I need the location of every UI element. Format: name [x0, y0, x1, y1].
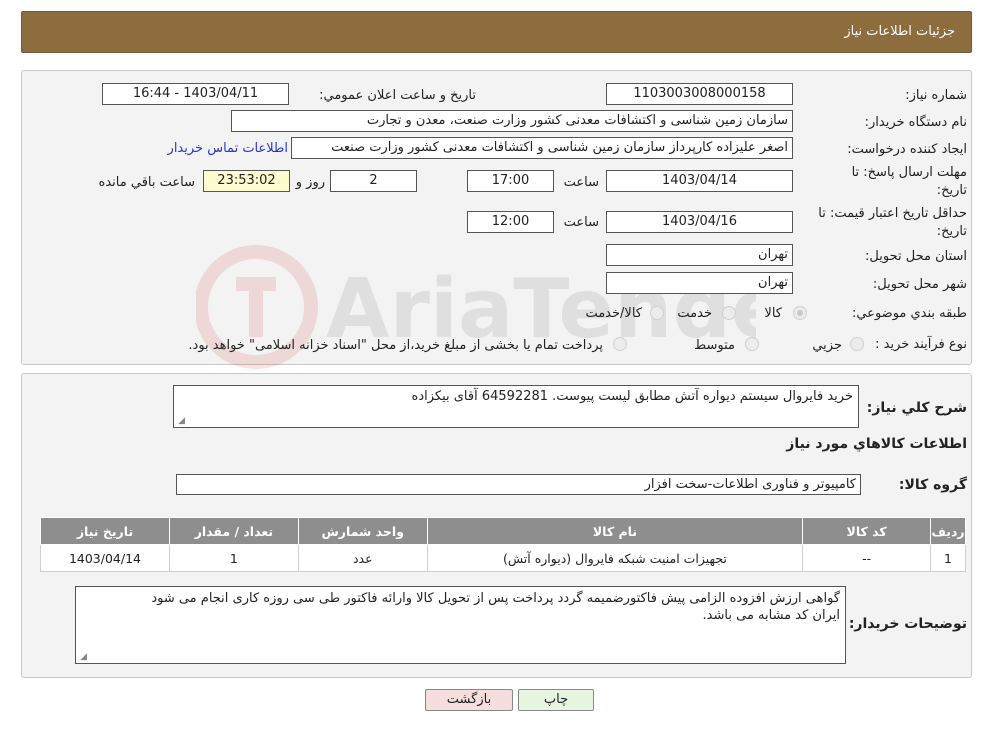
- description-label: شرح کلي نياز:: [866, 400, 967, 416]
- remaining-label: ساعت باقي مانده: [98, 175, 195, 190]
- description-field: خرید فایروال سیستم دیواره آتش مطابق لیست…: [173, 385, 859, 428]
- process-treasury-checkbox[interactable]: [613, 337, 627, 351]
- province-field: تهران: [606, 244, 793, 266]
- process-medium-label: متوسط: [694, 338, 735, 353]
- cell-row: 1: [930, 544, 966, 572]
- buyer-org-label: نام دستگاه خريدار:: [864, 115, 967, 130]
- process-small-label: جزيي: [812, 338, 842, 353]
- announce-datetime-label: تاريخ و ساعت اعلان عمومي:: [319, 88, 476, 103]
- process-label: نوع فرآيند خريد :: [875, 337, 967, 352]
- category-goods-label: کالا: [764, 306, 782, 321]
- buyer-notes-label: توضيحات خريدار:: [848, 616, 967, 632]
- resize-grip-icon[interactable]: ◢: [176, 417, 185, 426]
- col-name-header: نام کالا: [426, 517, 804, 545]
- goods-group-field: کامپیوتر و فناوری اطلاعات-سخت افزار: [176, 474, 861, 495]
- cell-date: 1403/04/14: [40, 544, 170, 572]
- col-unit-header: واحد شمارش: [297, 517, 428, 545]
- remaining-time-field: 23:53:02: [203, 170, 290, 192]
- buyer-org-field: سازمان زمین شناسی و اکتشافات معدنی کشور …: [231, 110, 793, 132]
- price-validity-label: حداقل تاريخ اعتبار قيمت: تا: [818, 206, 967, 221]
- table-row: 1 -- تجهیزات امنیت شبکه فایروال (دیواره …: [40, 544, 966, 572]
- city-label: شهر محل تحويل:: [872, 277, 967, 292]
- category-service-radio[interactable]: [722, 306, 736, 320]
- buyer-notes-line-2: ایران کد مشابه می باشد.: [702, 608, 840, 623]
- page-title-bar: جزئيات اطلاعات نياز: [21, 11, 972, 53]
- price-validity-time-field: 12:00: [467, 211, 554, 233]
- category-goods-service-label: کالا/خدمت: [585, 306, 642, 321]
- days-label: روز و: [295, 175, 325, 190]
- need-number-field: 1103003008000158: [606, 83, 793, 105]
- buyer-notes-line-1: گواهی ارزش افزوده الزامی پیش فاکتورضمیمه…: [151, 591, 840, 606]
- reply-date-field: 1403/04/14: [606, 170, 793, 192]
- page-title: جزئيات اطلاعات نياز: [844, 24, 955, 39]
- goods-group-label: گروه کالا:: [898, 477, 967, 493]
- print-button[interactable]: چاپ: [518, 689, 594, 711]
- price-validity-date-field: 1403/04/16: [606, 211, 793, 233]
- category-service-label: خدمت: [677, 306, 712, 321]
- goods-info-heading: اطلاعات کالاهاي مورد نياز: [786, 436, 967, 452]
- process-note: پرداخت تمام يا بخشی از مبلغ خريد،از محل …: [188, 338, 603, 353]
- back-button[interactable]: بازگشت: [425, 689, 513, 711]
- category-goods-radio[interactable]: [793, 306, 807, 320]
- city-field: تهران: [606, 272, 793, 294]
- creator-label: ايجاد کننده درخواست:: [847, 142, 967, 157]
- cell-name: تجهیزات امنیت شبکه فایروال (دیواره آتش): [426, 544, 804, 572]
- announce-datetime-field: 1403/04/11 - 16:44: [102, 83, 289, 105]
- cell-code: --: [802, 544, 932, 572]
- cell-unit: عدد: [297, 544, 428, 572]
- province-label: استان محل تحويل:: [865, 249, 967, 264]
- creator-field: اصغر علیزاده کارپرداز سازمان زمین شناسی …: [291, 137, 793, 159]
- reply-time-field: 17:00: [467, 170, 554, 192]
- col-qty-header: تعداد / مقدار: [168, 517, 299, 545]
- col-code-header: کد کالا: [802, 517, 932, 545]
- buyer-contact-link[interactable]: اطلاعات تماس خريدار: [168, 141, 288, 156]
- description-text: خرید فایروال سیستم دیواره آتش مطابق لیست…: [411, 389, 853, 404]
- reply-time-label: ساعت: [563, 175, 599, 190]
- resize-grip-icon[interactable]: ◢: [78, 653, 87, 662]
- col-date-header: تاريخ نياز: [40, 517, 170, 545]
- buyer-notes-field: گواهی ارزش افزوده الزامی پیش فاکتورضمیمه…: [75, 586, 846, 664]
- price-validity-time-label: ساعت: [563, 215, 599, 230]
- price-validity-label-2: تاريخ:: [936, 224, 967, 239]
- need-number-label: شماره نياز:: [905, 88, 967, 103]
- reply-deadline-label: مهلت ارسال پاسخ: تا: [851, 165, 967, 180]
- goods-table-header: رديف کد کالا نام کالا واحد شمارش تعداد /…: [40, 517, 966, 545]
- process-medium-radio[interactable]: [745, 337, 759, 351]
- category-goods-service-radio[interactable]: [650, 306, 664, 320]
- reply-deadline-label-2: تاريخ:: [936, 183, 967, 198]
- col-row-header: رديف: [930, 517, 966, 545]
- category-label: طبقه بندي موضوعي:: [851, 306, 967, 321]
- reply-days-field: 2: [330, 170, 417, 192]
- cell-qty: 1: [168, 544, 299, 572]
- goods-table: رديف کد کالا نام کالا واحد شمارش تعداد /…: [40, 517, 966, 572]
- process-small-radio[interactable]: [850, 337, 864, 351]
